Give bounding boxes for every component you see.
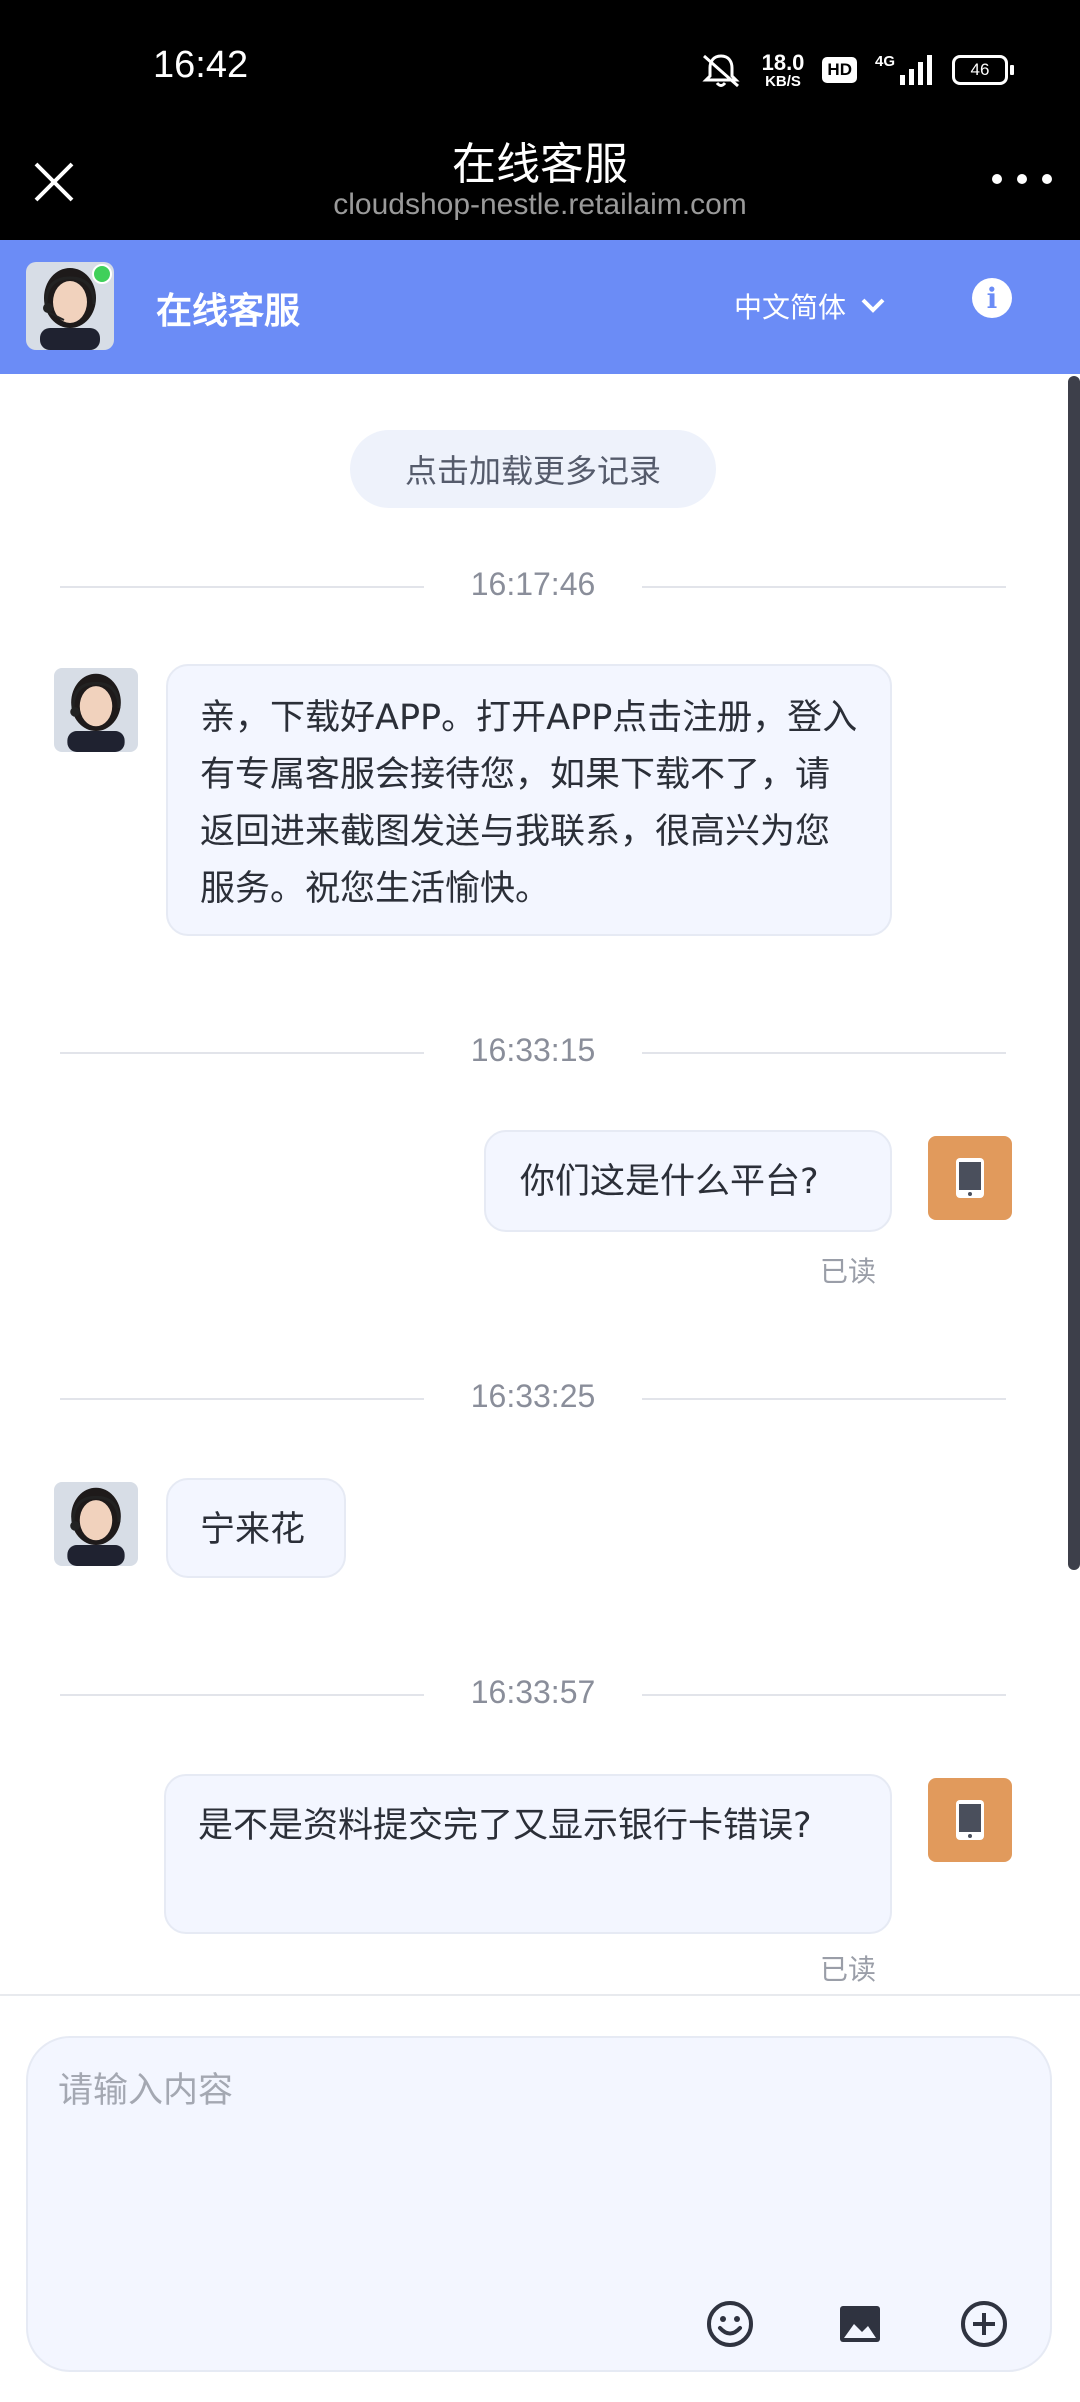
- page-url: cloudshop-nestle.retailaim.com: [333, 188, 747, 221]
- chat-title: 在线客服: [156, 291, 301, 332]
- message-timestamp: 16:33:57: [60, 1674, 1006, 1714]
- agent-avatar: [54, 668, 138, 752]
- chat-messages[interactable]: 点击加载更多记录 16:17:46 亲，下载好APP。打开APP点击注册，登入有…: [0, 374, 1080, 1994]
- user-avatar: [928, 1136, 1012, 1220]
- message-timestamp: 16:33:15: [60, 1032, 1006, 1072]
- read-status: 已读: [820, 1255, 877, 1288]
- plus-button[interactable]: [958, 2298, 1010, 2350]
- message-input[interactable]: [56, 2060, 1020, 2264]
- info-icon[interactable]: i: [972, 278, 1012, 318]
- more-icon: [992, 174, 1002, 184]
- image-button[interactable]: [834, 2298, 886, 2350]
- chat-scrollbar[interactable]: [1068, 376, 1080, 1570]
- page-title: 在线客服: [452, 139, 628, 190]
- message-input-box: [26, 2036, 1052, 2372]
- language-label: 中文简体: [734, 291, 847, 324]
- message-bubble-user: 是不是资料提交完了又显示银行卡错误?: [164, 1774, 892, 1934]
- title-bar: 在线客服 cloudshop-nestle.retailaim.com: [0, 136, 1080, 240]
- agent-avatar: [54, 1482, 138, 1566]
- status-bar: 16:42 18.0 KB/S HD 4G 46: [0, 0, 1080, 136]
- net-speed: 18.0 KB/S: [761, 49, 805, 90]
- emoji-icon: [707, 2301, 753, 2347]
- language-select[interactable]: 中文简体: [734, 286, 886, 326]
- message-bubble-agent: 亲，下载好APP。打开APP点击注册，登入有专属客服会接待您，如果下载不了，请返…: [166, 664, 892, 936]
- load-more-button[interactable]: 点击加载更多记录: [350, 430, 716, 508]
- mute-bell-icon: [701, 54, 740, 88]
- user-avatar: [928, 1778, 1012, 1862]
- phone-device-icon: [956, 1800, 984, 1840]
- message-bubble-agent: 宁来花: [166, 1478, 346, 1578]
- status-time: 16:42: [153, 44, 249, 86]
- message-bubble-user: 你们这是什么平台?: [484, 1130, 892, 1232]
- message-timestamp: 16:33:25: [60, 1378, 1006, 1418]
- more-button[interactable]: [992, 164, 1052, 194]
- online-status-dot: [92, 264, 112, 284]
- battery-icon: 46: [952, 55, 1014, 85]
- emoji-button[interactable]: [704, 2298, 756, 2350]
- signal-icon: 4G: [875, 53, 934, 87]
- chevron-down-icon: [861, 298, 885, 313]
- phone-device-icon: [956, 1158, 984, 1198]
- message-timestamp: 16:17:46: [60, 566, 1006, 606]
- read-status: 已读: [820, 1953, 877, 1986]
- hd-badge: HD: [822, 57, 857, 83]
- input-area: [0, 1994, 1080, 2402]
- chat-header: 在线客服 中文简体 i: [0, 240, 1080, 374]
- status-icons: 18.0 KB/S HD 4G 46: [698, 40, 1014, 100]
- plus-icon: [961, 2301, 1007, 2347]
- image-icon: [840, 2306, 880, 2342]
